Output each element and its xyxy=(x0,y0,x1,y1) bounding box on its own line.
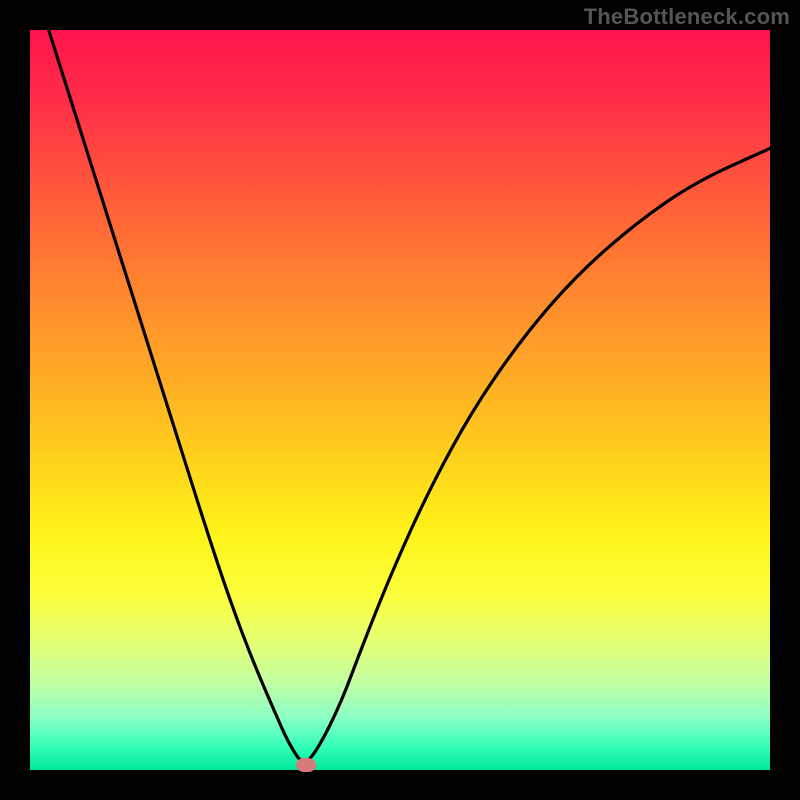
plot-area xyxy=(30,30,770,770)
chart-frame: TheBottleneck.com xyxy=(0,0,800,800)
bottleneck-curve xyxy=(30,30,770,761)
curve-svg xyxy=(30,30,770,770)
optimum-marker xyxy=(296,758,316,772)
watermark-text: TheBottleneck.com xyxy=(584,4,790,30)
